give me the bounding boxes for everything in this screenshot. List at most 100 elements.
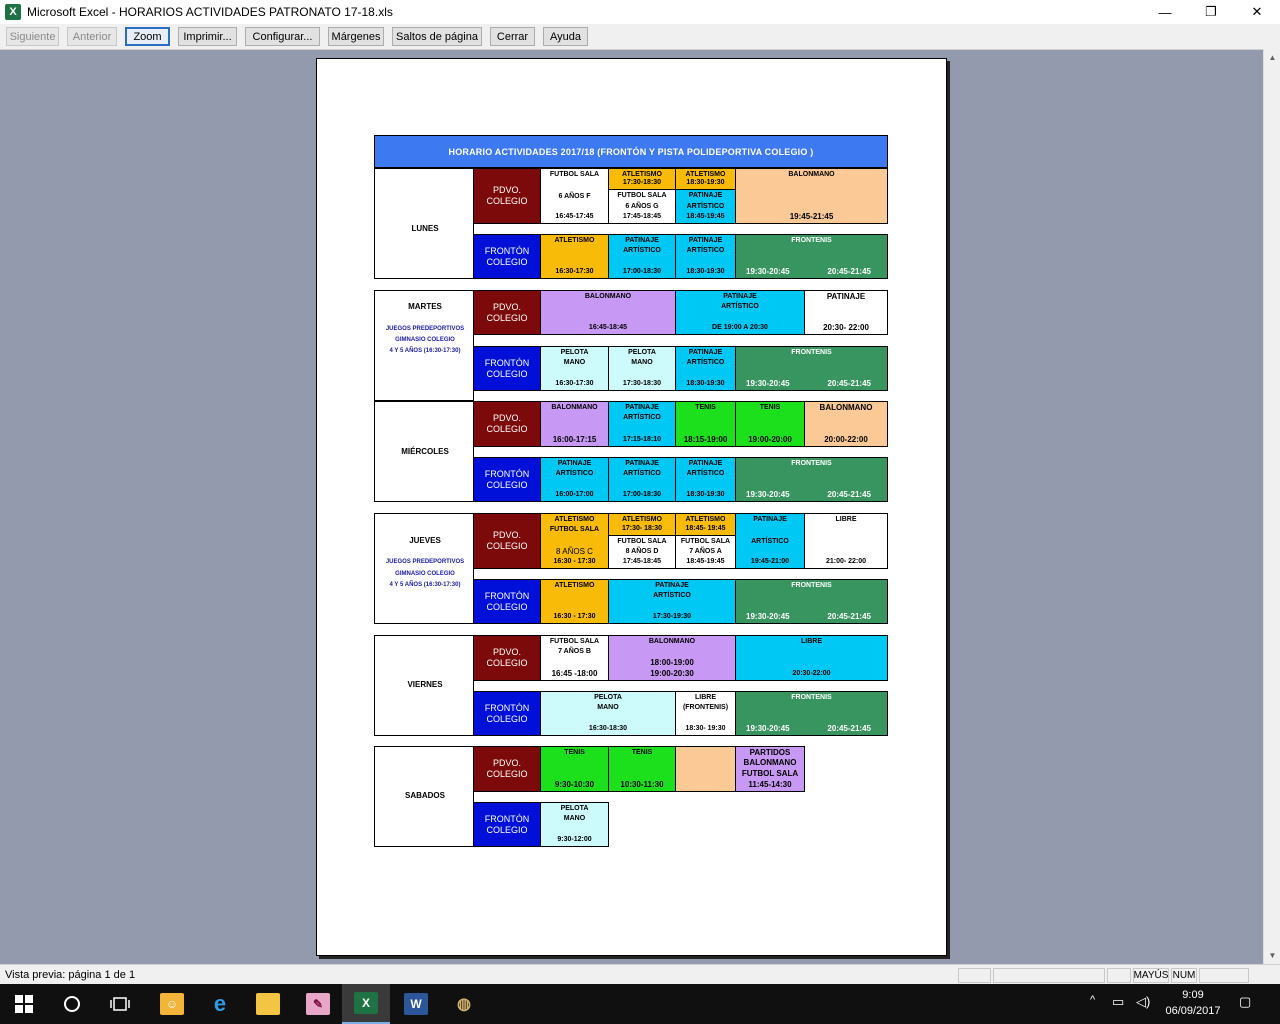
help-button[interactable]: Ayuda — [543, 27, 588, 46]
day-note: 4 Y 5 AÑOS (16:30-17:30) — [389, 582, 461, 588]
activity-cell: FUTBOL SALA 7 AÑOS B 16:45 -18:00 — [540, 635, 609, 681]
day-viernes: VIERNES — [374, 635, 474, 736]
activity-cell: TENIS 18:15-19:00 — [675, 401, 736, 447]
day-note: JUEGOS PREDEPORTIVOS — [385, 559, 465, 565]
activity-cell: PATINAJE ARTÍSTICO 18:30-19:30 — [675, 346, 736, 391]
schedule-title: HORARIO ACTIVIDADES 2017/18 (FRONTÓN Y P… — [374, 135, 888, 168]
activity-cell: FRONTENIS 19:30-20:45 20:45-21:45 — [735, 234, 888, 279]
day-martes: MARTES JUEGOS PREDEPORTIVOS GIMNASIO COL… — [374, 290, 474, 401]
taskbar-app-explorer[interactable] — [244, 984, 292, 1024]
venue-pdvo: PDVO. COLEGIO — [473, 290, 541, 335]
paint-palette-icon: ◍ — [457, 996, 471, 1013]
activity-cell: ATLETISMO FUTBOL SALA 8 AÑOS C 16:30 - 1… — [540, 513, 609, 569]
status-panel — [1107, 968, 1131, 983]
activity-cell: PATINAJE ARTÍSTICO 17:30-19:30 — [608, 579, 736, 624]
day-jueves: JUEVES JUEGOS PREDEPORTIVOS GIMNASIO COL… — [374, 513, 474, 624]
close-window-button[interactable]: ✕ — [1234, 0, 1280, 24]
status-text: Vista previa: página 1 de 1 — [5, 969, 136, 981]
taskbar-app-ie[interactable]: e — [196, 984, 244, 1024]
restore-button[interactable]: ❐ — [1188, 0, 1234, 24]
network-icon[interactable]: ▭ — [1112, 994, 1124, 1010]
taskbar-app-contacts[interactable]: ☺ — [148, 984, 196, 1024]
activity-cell: FRONTENIS 19:30-20:45 20:45-21:45 — [735, 691, 888, 736]
day-lunes: LUNES — [374, 168, 474, 279]
taskbar-app-excel[interactable]: X — [342, 984, 390, 1024]
word-icon: W — [404, 993, 428, 1015]
activity-cell: BALONMANO 19:45-21:45 — [735, 168, 888, 224]
taskbar: ☺ e ✎ X W ◍ ^ ▭ ◁) 9:09 06/09/2017 ▢ — [0, 984, 1280, 1024]
contacts-app-icon: ☺ — [160, 993, 184, 1015]
taskbar-app-pdf[interactable]: ✎ — [294, 984, 342, 1024]
start-button[interactable] — [0, 984, 48, 1024]
day-note: 4 Y 5 AÑOS (16:30-17:30) — [389, 348, 461, 354]
status-panel — [958, 968, 991, 983]
activity-cell: FUTBOL SALA 7 AÑOS A 18:45-19:45 — [675, 535, 736, 569]
internet-explorer-icon: e — [213, 991, 227, 1016]
activity-cell: PATINAJE ARTÍSTICO 17:00-18:30 — [608, 234, 676, 279]
next-page-button[interactable]: Siguiente — [6, 27, 59, 46]
activity-cell: BALONMANO 20:00-22:00 — [804, 401, 888, 447]
activity-cell: ATLETISMO 18:30-19:30 — [675, 168, 736, 190]
activity-cell: FUTBOL SALA 6 AÑOS F 16:45-17:45 — [540, 168, 609, 224]
venue-fronton: FRONTÓN COLEGIO — [473, 457, 541, 502]
activity-cell: FRONTENIS 19:30-20:45 20:45-21:45 — [735, 457, 888, 502]
day-note: GIMNASIO COLEGIO — [395, 571, 455, 577]
activity-cell: ATLETISMO 17:30-18:30 — [608, 168, 676, 190]
num-lock-indicator: NUM — [1171, 968, 1197, 983]
close-preview-button[interactable]: Cerrar — [490, 27, 535, 46]
venue-pdvo: PDVO. COLEGIO — [473, 168, 541, 224]
volume-icon[interactable]: ◁) — [1136, 994, 1150, 1010]
venue-fronton: FRONTÓN COLEGIO — [473, 579, 541, 624]
search-button[interactable] — [48, 984, 96, 1024]
window-title: Microsoft Excel - HORARIOS ACTIVIDADES P… — [27, 5, 393, 19]
day-sabados: SABADOS — [374, 746, 474, 847]
activity-cell: LIBRE 20:30-22:00 — [735, 635, 888, 681]
day-miercoles: MIÉRCOLES — [374, 401, 474, 502]
tray-expand-icon[interactable]: ^ — [1090, 994, 1095, 1006]
print-button[interactable]: Imprimir... — [178, 27, 237, 46]
activity-cell: BALONMANO 16:00-17:15 — [540, 401, 609, 447]
activity-cell: BALONMANO 16:45-18:45 — [540, 290, 676, 335]
minimize-button[interactable]: — — [1142, 0, 1188, 24]
day-label: SABADOS — [404, 791, 445, 800]
task-view-button[interactable] — [96, 984, 144, 1024]
day-label: JUEVES — [409, 536, 441, 545]
windows-logo-icon — [15, 995, 33, 1013]
margins-button[interactable]: Márgenes — [328, 27, 384, 46]
activity-cell: PELOTA MANO 16:30-18:30 — [540, 691, 676, 736]
system-clock[interactable]: 9:09 06/09/2017 — [1160, 987, 1226, 1019]
taskbar-app-word[interactable]: W — [392, 984, 440, 1024]
taskbar-app-paint[interactable]: ◍ — [440, 984, 488, 1024]
zoom-button[interactable]: Zoom — [125, 27, 170, 46]
scroll-down-icon[interactable]: ▼ — [1264, 947, 1280, 964]
venue-pdvo: PDVO. COLEGIO — [473, 513, 541, 569]
activity-cell: ATLETISMO 16:30-17:30 — [540, 234, 609, 279]
activity-cell: TENIS 9:30-10:30 — [540, 746, 609, 792]
page-breaks-button[interactable]: Saltos de página — [392, 27, 482, 46]
previous-page-button[interactable]: Anterior — [67, 27, 117, 46]
activity-cell: PATINAJE ARTÍSTICO 16:00-17:00 — [540, 457, 609, 502]
activity-cell: ATLETISMO 16:30 - 17:30 — [540, 579, 609, 624]
caps-lock-indicator: MAYÚS — [1133, 968, 1169, 983]
scroll-up-icon[interactable]: ▲ — [1264, 49, 1280, 66]
activity-cell: PATINAJE 20:30- 22:00 — [804, 290, 888, 335]
activity-cell: FUTBOL SALA 6 AÑOS G 17:45-18:45 — [608, 189, 676, 224]
clock-time: 9:09 — [1182, 989, 1204, 1001]
activity-cell: PATINAJE ARTÍSTICO 18:30-19:30 — [675, 457, 736, 502]
folder-icon — [256, 993, 280, 1015]
status-panel — [993, 968, 1105, 983]
activity-cell: PATINAJE ARTÍSTICO 19:45-21:00 — [735, 513, 805, 569]
notification-icon[interactable]: ▢ — [1239, 994, 1251, 1010]
setup-button[interactable]: Configurar... — [245, 27, 320, 46]
day-label: VIERNES — [407, 680, 443, 689]
activity-cell: PATINAJE ARTÍSTICO 18:45-19:45 — [675, 189, 736, 224]
print-preview-toolbar: Siguiente Anterior Zoom Imprimir... Conf… — [0, 24, 1280, 48]
day-label: LUNES — [411, 224, 439, 233]
activity-cell: PARTIDOS BALONMANO FUTBOL SALA 11:45-14:… — [735, 746, 805, 792]
title-bar: X Microsoft Excel - HORARIOS ACTIVIDADES… — [0, 0, 1280, 24]
activity-cell: PATINAJE ARTÍSTICO 17:15-18:10 — [608, 401, 676, 447]
clock-date: 06/09/2017 — [1165, 1005, 1221, 1017]
activity-cell: PATINAJE ARTÍSTICO 18:30-19:30 — [675, 234, 736, 279]
vertical-scrollbar[interactable]: ▲ ▼ — [1263, 49, 1280, 964]
activity-cell: LIBRE 21:00- 22:00 — [804, 513, 888, 569]
